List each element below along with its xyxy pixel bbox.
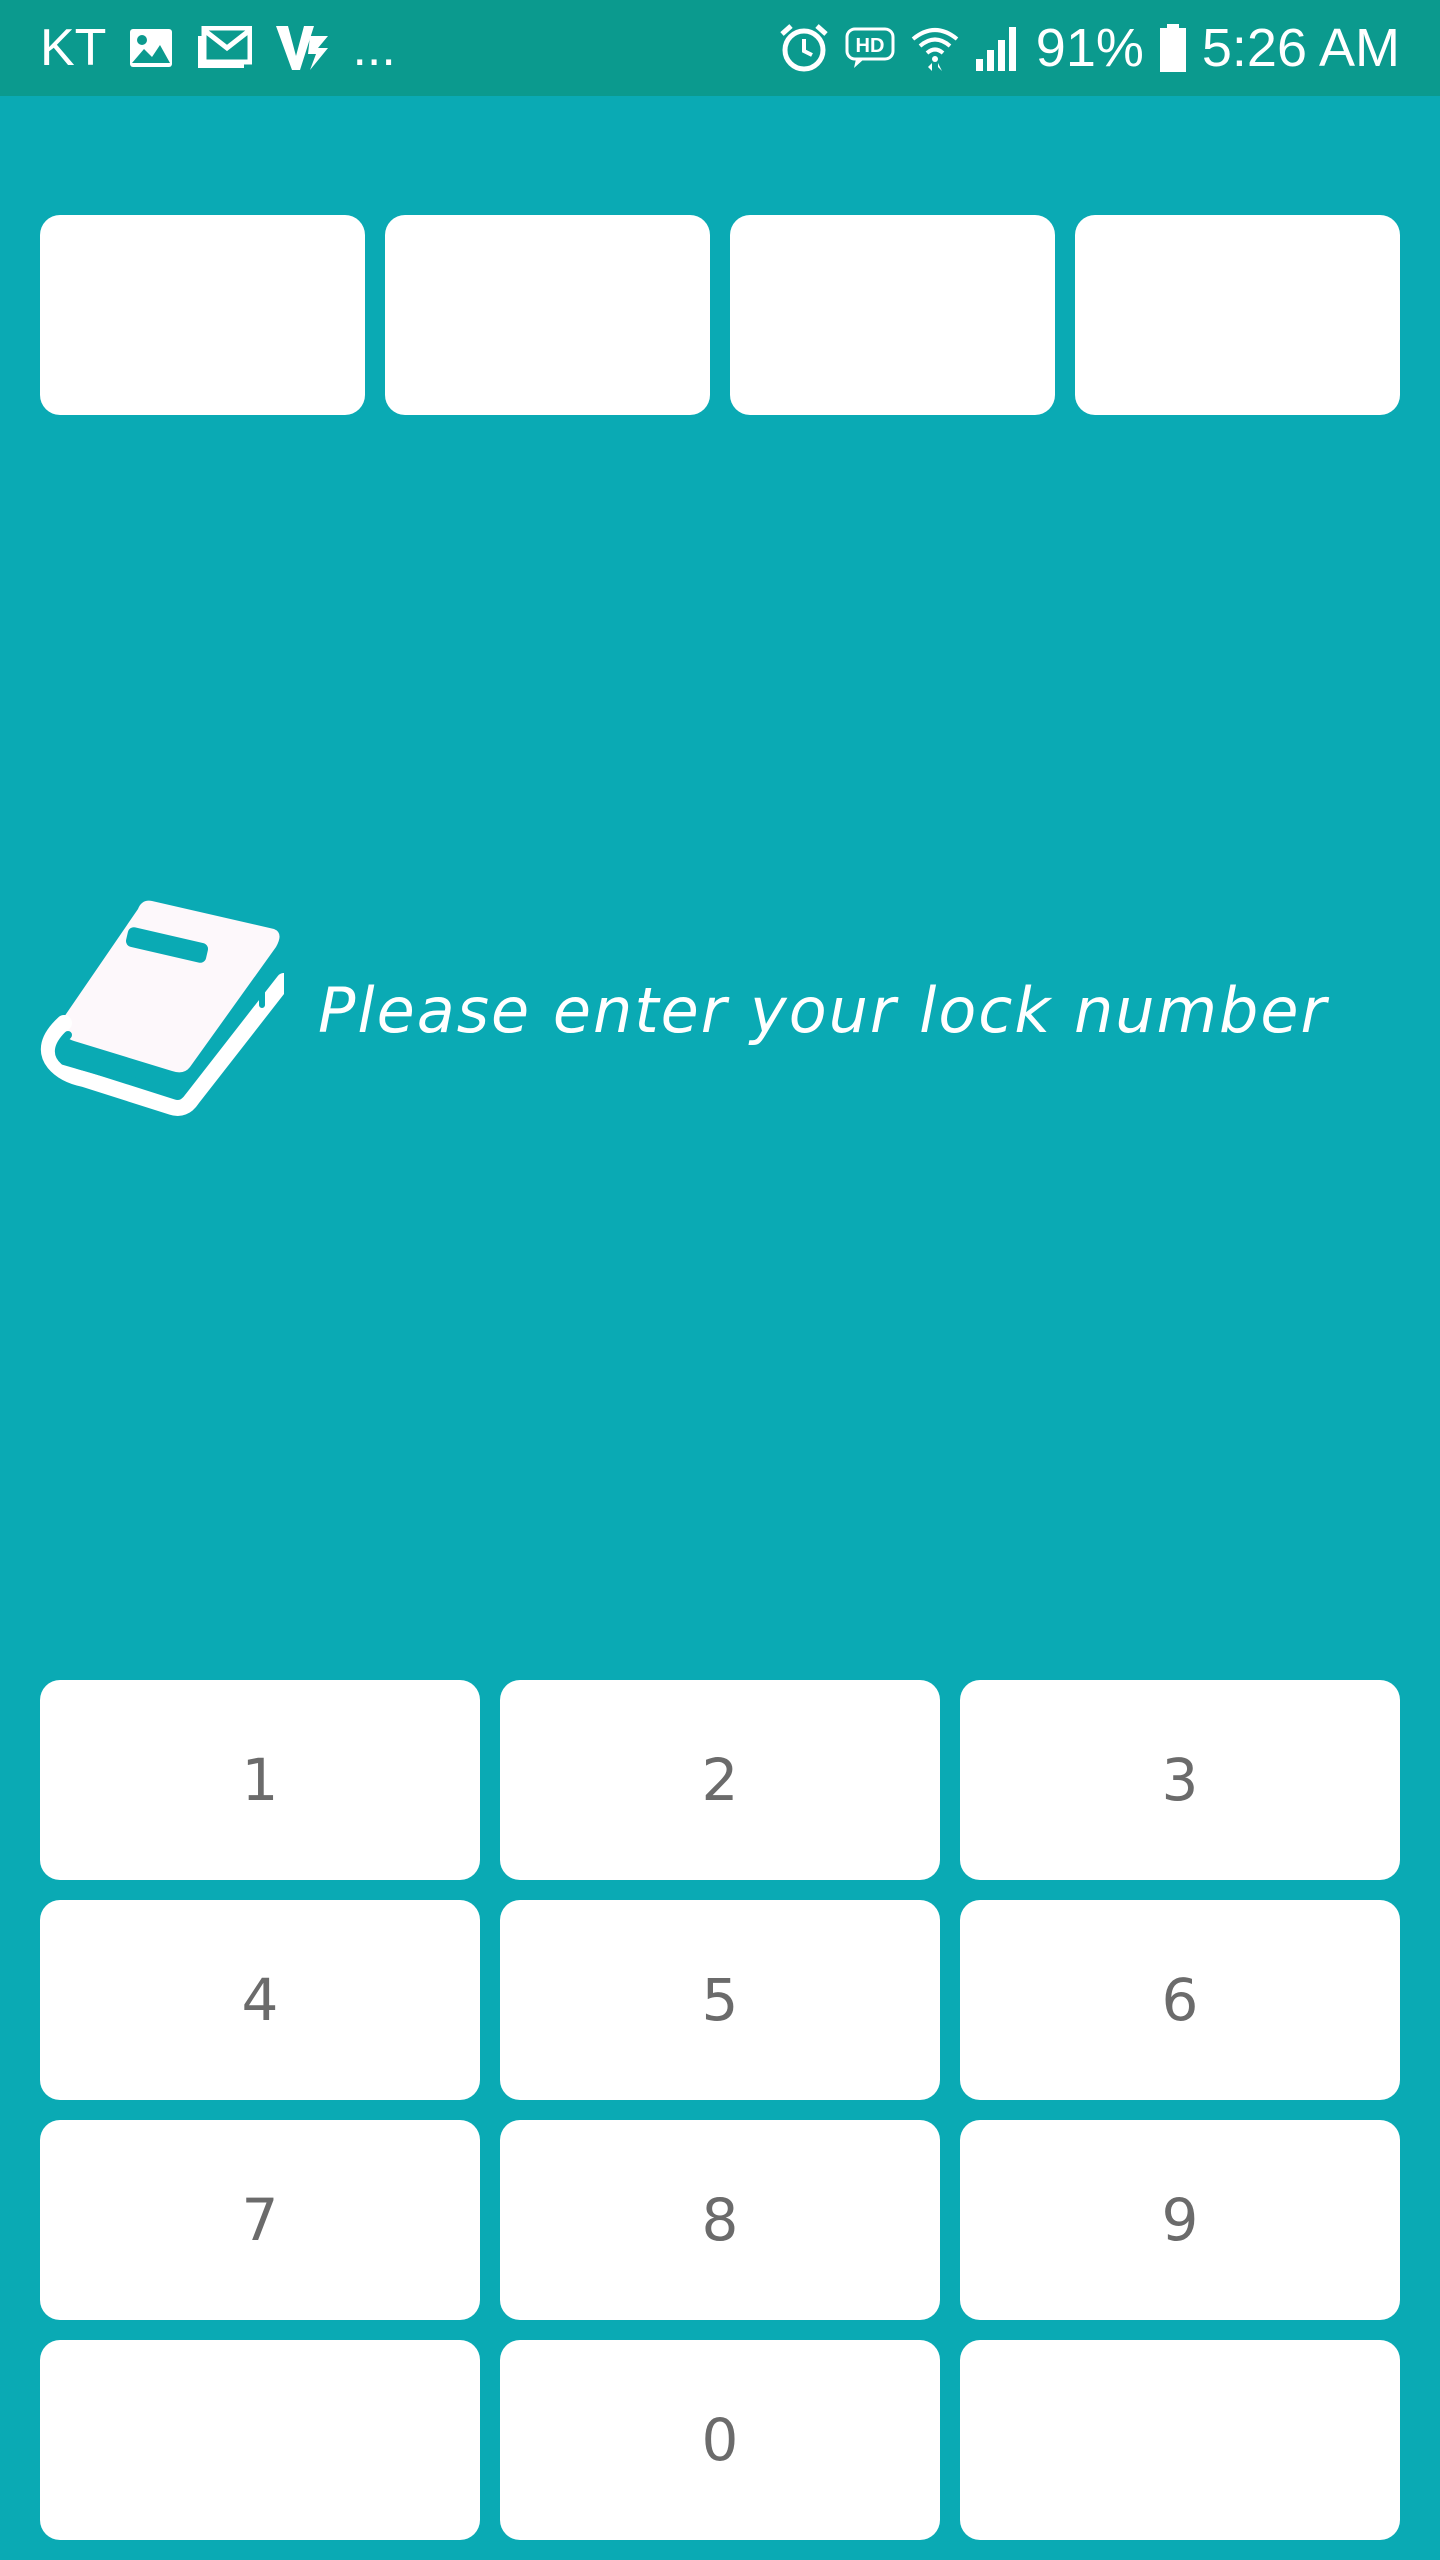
lock-prompt: Please enter your lock number [34,895,1328,1125]
key-blank-left[interactable] [40,2340,480,2540]
clock: 5:26 AM [1201,18,1400,78]
wifi-icon [910,23,960,73]
book-icon [34,895,284,1125]
battery-percent: 91% [1035,18,1144,78]
pin-slot-4 [1075,215,1400,415]
key-2[interactable]: 2 [500,1680,940,1880]
v3-icon [274,22,330,74]
key-blank-right[interactable] [960,2340,1400,2540]
key-1[interactable]: 1 [40,1680,480,1880]
key-6[interactable]: 6 [960,1900,1400,2100]
signal-icon [974,23,1022,73]
image-icon [128,27,174,69]
pin-slot-2 [385,215,710,415]
key-3[interactable]: 3 [960,1680,1400,1880]
pin-display [40,215,1400,415]
status-bar-left: KT ... [40,0,396,96]
key-0[interactable]: 0 [500,2340,940,2540]
svg-text:HD: HD [855,35,884,57]
key-7[interactable]: 7 [40,2120,480,2320]
status-bar-right: HD 91% 5:26 AM [778,0,1400,96]
battery-icon [1158,22,1188,74]
key-4[interactable]: 4 [40,1900,480,2100]
key-8[interactable]: 8 [500,2120,940,2320]
key-9[interactable]: 9 [960,2120,1400,2320]
alarm-icon [778,22,830,74]
pin-slot-3 [730,215,1055,415]
key-5[interactable]: 5 [500,1900,940,2100]
status-bar: KT ... HD 91% 5:26 AM [0,0,1440,96]
notification-overflow: ... [352,19,396,77]
gmail-icon [196,26,253,70]
keypad: 1 2 3 4 5 6 7 8 9 0 [40,1680,1400,2540]
prompt-text: Please enter your lock number [318,973,1328,1047]
carrier-label: KT [40,19,107,77]
pin-slot-1 [40,215,365,415]
hd-icon: HD [844,26,896,70]
